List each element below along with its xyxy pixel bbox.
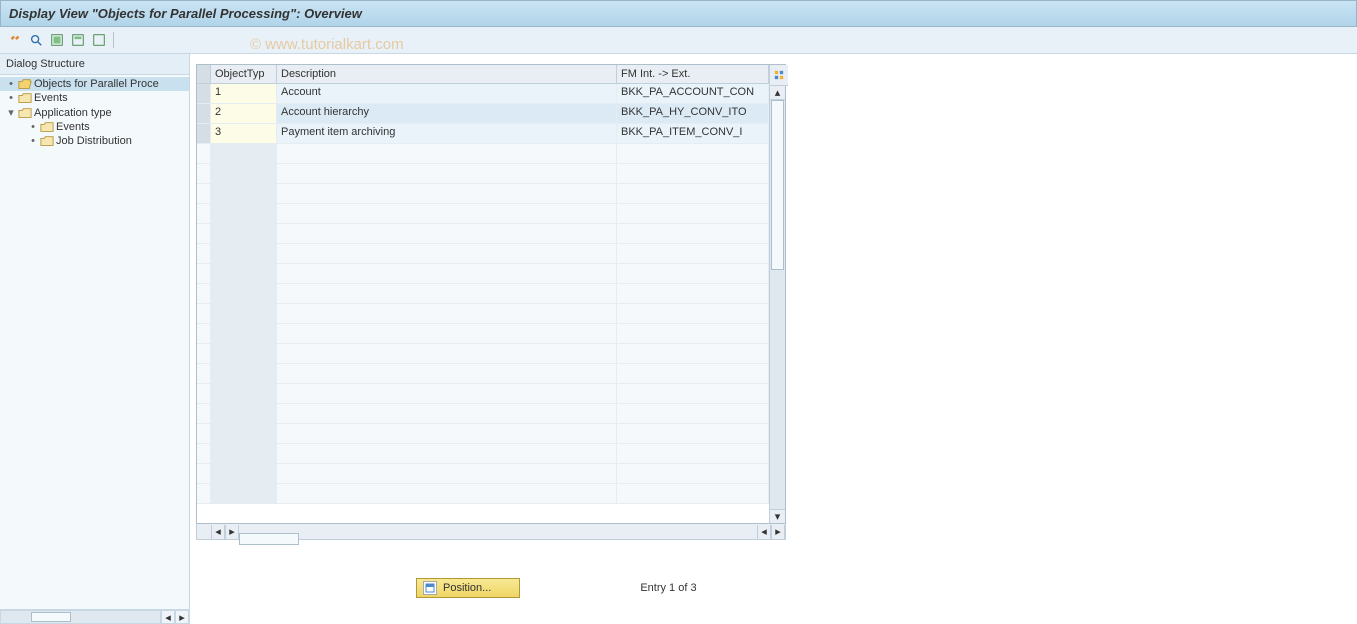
expander-down-icon[interactable]: ▾ [6, 106, 16, 119]
table-row[interactable]: 1 Account BKK_PA_ACCOUNT_CON [197, 84, 769, 104]
col-objecttyp[interactable]: ObjectTyp [211, 65, 277, 83]
bullet-icon: • [6, 78, 16, 90]
scroll-thumb[interactable] [31, 612, 71, 622]
position-button[interactable]: Position... [416, 578, 520, 598]
footer: Position... Entry 1 of 3 [196, 578, 1347, 598]
scroll-left-icon[interactable]: ◂ [757, 525, 771, 539]
tree-label: Events [34, 92, 68, 104]
title-bar: Display View "Objects for Parallel Proce… [0, 0, 1357, 27]
details-icon[interactable] [27, 31, 45, 49]
table-header: ObjectTyp Description FM Int. -> Ext. [197, 65, 769, 84]
bullet-icon: • [28, 121, 38, 133]
scroll-right-icon[interactable]: ▸ [771, 525, 785, 539]
table-row-empty [197, 384, 769, 404]
col-description[interactable]: Description [277, 65, 617, 83]
page-title: Display View "Objects for Parallel Proce… [9, 6, 362, 21]
folder-icon [18, 107, 32, 119]
sidebar-hscroll: ◂ ▸ [0, 609, 189, 624]
cell-typ: 2 [211, 104, 277, 123]
toolbar [0, 27, 1357, 54]
table-hscroll: ◂ ▸ ◂ ▸ [196, 524, 786, 540]
col-fmintext[interactable]: FM Int. -> Ext. [617, 65, 769, 83]
cell-fm: BKK_PA_ACCOUNT_CON [617, 84, 769, 103]
tree-item-events-child[interactable]: • Events [0, 120, 189, 134]
entry-status: Entry 1 of 3 [640, 582, 696, 594]
scroll-left-icon[interactable]: ◂ [211, 525, 225, 539]
table-settings-icon[interactable] [770, 65, 788, 86]
main: Dialog Structure • Objects for Parallel … [0, 54, 1357, 624]
tree-item-application-type[interactable]: ▾ Application type [0, 105, 189, 120]
tree-label: Events [56, 121, 90, 133]
table-row-empty [197, 484, 769, 504]
cell-desc: Account hierarchy [277, 104, 617, 123]
table-row-empty [197, 204, 769, 224]
select-block-icon[interactable] [69, 31, 87, 49]
bullet-icon: • [6, 92, 16, 104]
select-all-icon[interactable] [48, 31, 66, 49]
sidebar-header: Dialog Structure [0, 54, 189, 75]
tree: • Objects for Parallel Proce • Events ▾ … [0, 75, 189, 609]
scroll-thumb[interactable] [239, 533, 299, 545]
cell-desc: Account [277, 84, 617, 103]
sel-all-header[interactable] [197, 65, 211, 83]
scroll-down-icon[interactable]: ▾ [770, 509, 785, 523]
tree-label: Job Distribution [56, 135, 132, 147]
scroll-left-icon[interactable]: ◂ [161, 610, 175, 624]
bullet-icon: • [28, 135, 38, 147]
tree-label: Objects for Parallel Proce [34, 78, 159, 90]
table-row-empty [197, 224, 769, 244]
table-row-empty [197, 304, 769, 324]
position-icon [423, 581, 437, 595]
table-vscroll: ▴ ▾ [769, 65, 785, 523]
folder-icon [18, 92, 32, 104]
folder-icon [40, 121, 54, 133]
table-row-empty [197, 164, 769, 184]
scroll-track[interactable] [770, 100, 785, 509]
cell-typ: 3 [211, 124, 277, 143]
table-row-empty [197, 184, 769, 204]
sidebar: Dialog Structure • Objects for Parallel … [0, 54, 190, 624]
table-body: 1 Account BKK_PA_ACCOUNT_CON 2 Account h… [197, 84, 769, 523]
toggle-edit-icon[interactable] [6, 31, 24, 49]
cell-desc: Payment item archiving [277, 124, 617, 143]
table-row-empty [197, 364, 769, 384]
table-row[interactable]: 3 Payment item archiving BKK_PA_ITEM_CON… [197, 124, 769, 144]
table-row-empty [197, 464, 769, 484]
scroll-right-icon[interactable]: ▸ [175, 610, 189, 624]
table-row-empty [197, 404, 769, 424]
deselect-all-icon[interactable] [90, 31, 108, 49]
content: ObjectTyp Description FM Int. -> Ext. 1 … [190, 54, 1357, 624]
table-row-empty [197, 144, 769, 164]
position-label: Position... [443, 582, 491, 594]
scroll-track[interactable] [0, 610, 161, 624]
folder-icon [40, 135, 54, 147]
cell-typ: 1 [211, 84, 277, 103]
table-row-empty [197, 424, 769, 444]
table: ObjectTyp Description FM Int. -> Ext. 1 … [196, 64, 786, 524]
folder-open-icon [18, 78, 32, 90]
table-row-empty [197, 264, 769, 284]
table-row-empty [197, 244, 769, 264]
tree-label: Application type [34, 107, 112, 119]
row-selector[interactable] [197, 104, 211, 123]
tree-item-events[interactable]: • Events [0, 91, 189, 105]
toolbar-separator [113, 32, 114, 48]
tree-item-job-distribution[interactable]: • Job Distribution [0, 134, 189, 148]
table-row-empty [197, 344, 769, 364]
tree-item-objects[interactable]: • Objects for Parallel Proce [0, 77, 189, 91]
table-row-empty [197, 324, 769, 344]
cell-fm: BKK_PA_ITEM_CONV_I [617, 124, 769, 143]
scroll-up-icon[interactable]: ▴ [770, 86, 785, 100]
table-row-empty [197, 284, 769, 304]
row-selector[interactable] [197, 84, 211, 103]
table-row[interactable]: 2 Account hierarchy BKK_PA_HY_CONV_ITO [197, 104, 769, 124]
table-row-empty [197, 444, 769, 464]
table-main: ObjectTyp Description FM Int. -> Ext. 1 … [197, 65, 769, 523]
row-selector[interactable] [197, 124, 211, 143]
scroll-right-icon[interactable]: ▸ [225, 525, 239, 539]
cell-fm: BKK_PA_HY_CONV_ITO [617, 104, 769, 123]
scroll-thumb[interactable] [771, 100, 784, 270]
